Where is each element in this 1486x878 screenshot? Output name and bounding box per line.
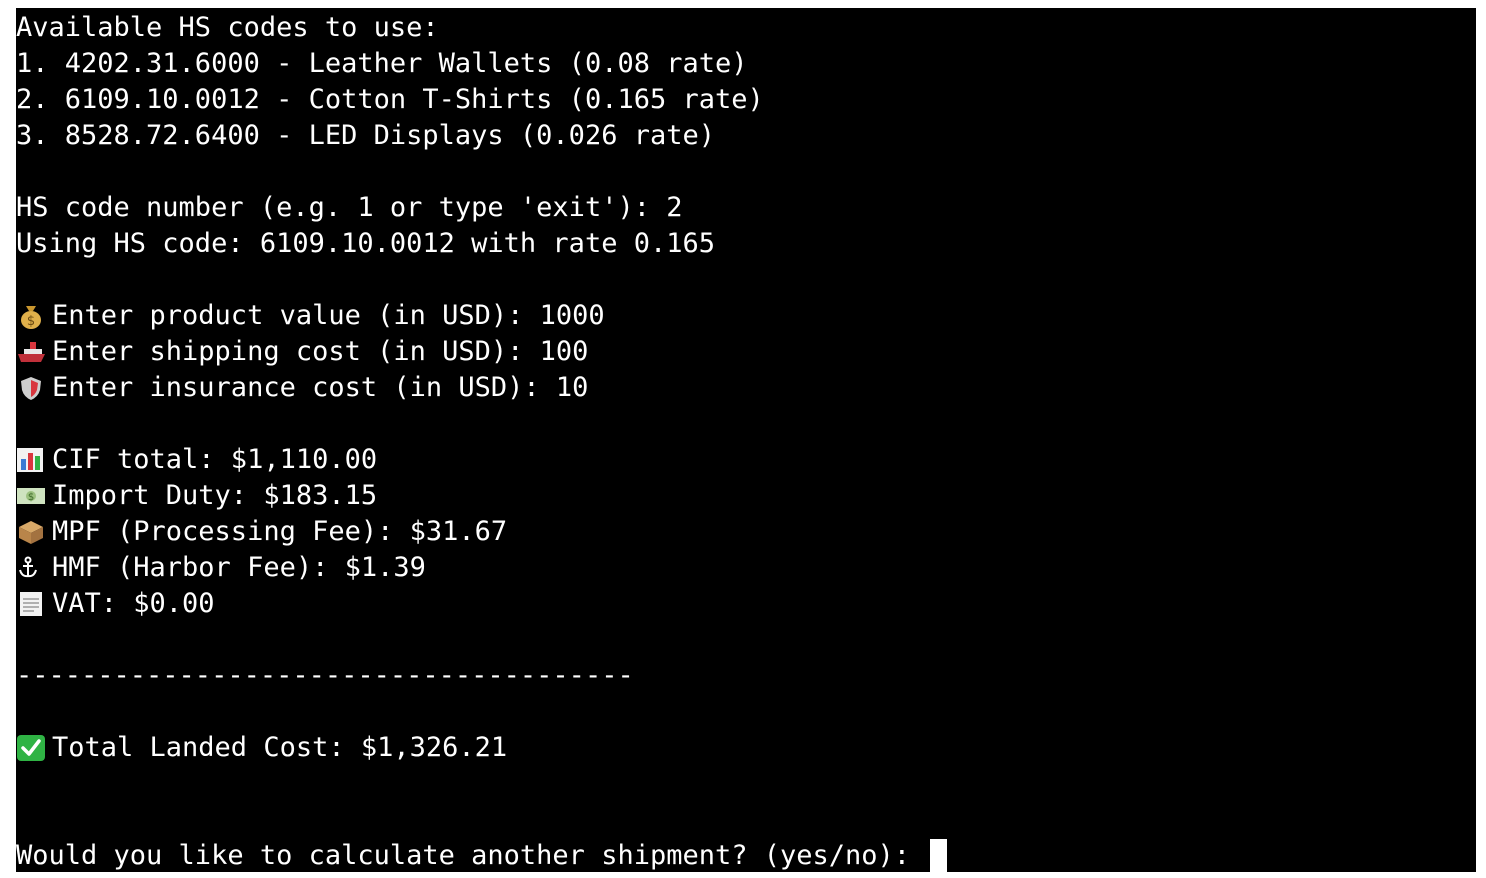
- hs-code-option-1: 1. 4202.31.6000 - Leather Wallets (0.08 …: [16, 48, 748, 79]
- terminal-window[interactable]: Available HS codes to use: 1. 4202.31.60…: [16, 8, 1476, 872]
- hmf-line: HMF (Harbor Fee): $1.39: [16, 550, 426, 586]
- shipping-cost-line: Enter shipping cost (in USD): 100: [16, 334, 588, 370]
- shield-icon: [16, 375, 46, 401]
- bar-chart-icon: [16, 447, 46, 473]
- dollar-bill-icon: $: [16, 483, 46, 509]
- check-mark-icon: [16, 735, 46, 761]
- import-duty-line: $ Import Duty: $183.15: [16, 478, 377, 514]
- vat-line: VAT: $0.00: [16, 586, 215, 622]
- separator-line: --------------------------------------: [16, 660, 634, 691]
- shipping-cost-text: Enter shipping cost (in USD): 100: [52, 336, 589, 367]
- final-prompt-text: Would you like to calculate another ship…: [16, 840, 927, 871]
- mpf-text: MPF (Processing Fee): $31.67: [52, 516, 508, 547]
- final-prompt-line[interactable]: Would you like to calculate another ship…: [16, 838, 948, 872]
- vat-text: VAT: $0.00: [52, 588, 215, 619]
- text-cursor[interactable]: [930, 839, 948, 872]
- insurance-cost-line: Enter insurance cost (in USD): 10: [16, 370, 588, 406]
- product-value-line: $ Enter product value (in USD): 1000: [16, 298, 605, 334]
- receipt-icon: [16, 591, 46, 617]
- hs-code-option-2: 2. 6109.10.0012 - Cotton T-Shirts (0.165…: [16, 84, 764, 115]
- hmf-text: HMF (Harbor Fee): $1.39: [52, 552, 426, 583]
- money-bag-icon: $: [16, 303, 46, 329]
- insurance-cost-text: Enter insurance cost (in USD): 10: [52, 372, 589, 403]
- cif-total-line: CIF total: $1,110.00: [16, 442, 377, 478]
- product-value-text: Enter product value (in USD): 1000: [52, 300, 605, 331]
- ship-icon: [16, 339, 46, 365]
- hs-code-prompt: HS code number (e.g. 1 or type 'exit'): …: [16, 192, 683, 223]
- total-landed-cost-line: Total Landed Cost: $1,326.21: [16, 730, 507, 766]
- svg-text:$: $: [27, 314, 35, 329]
- import-duty-text: Import Duty: $183.15: [52, 480, 378, 511]
- codes-header: Available HS codes to use:: [16, 12, 439, 43]
- package-icon: [16, 519, 46, 545]
- hs-code-option-3: 3. 8528.72.6400 - LED Displays (0.026 ra…: [16, 120, 715, 151]
- mpf-line: MPF (Processing Fee): $31.67: [16, 514, 507, 550]
- total-landed-cost-text: Total Landed Cost: $1,326.21: [52, 732, 508, 763]
- anchor-icon: [16, 555, 46, 581]
- svg-text:$: $: [28, 492, 34, 503]
- cif-total-text: CIF total: $1,110.00: [52, 444, 378, 475]
- using-hs-code-line: Using HS code: 6109.10.0012 with rate 0.…: [16, 228, 715, 259]
